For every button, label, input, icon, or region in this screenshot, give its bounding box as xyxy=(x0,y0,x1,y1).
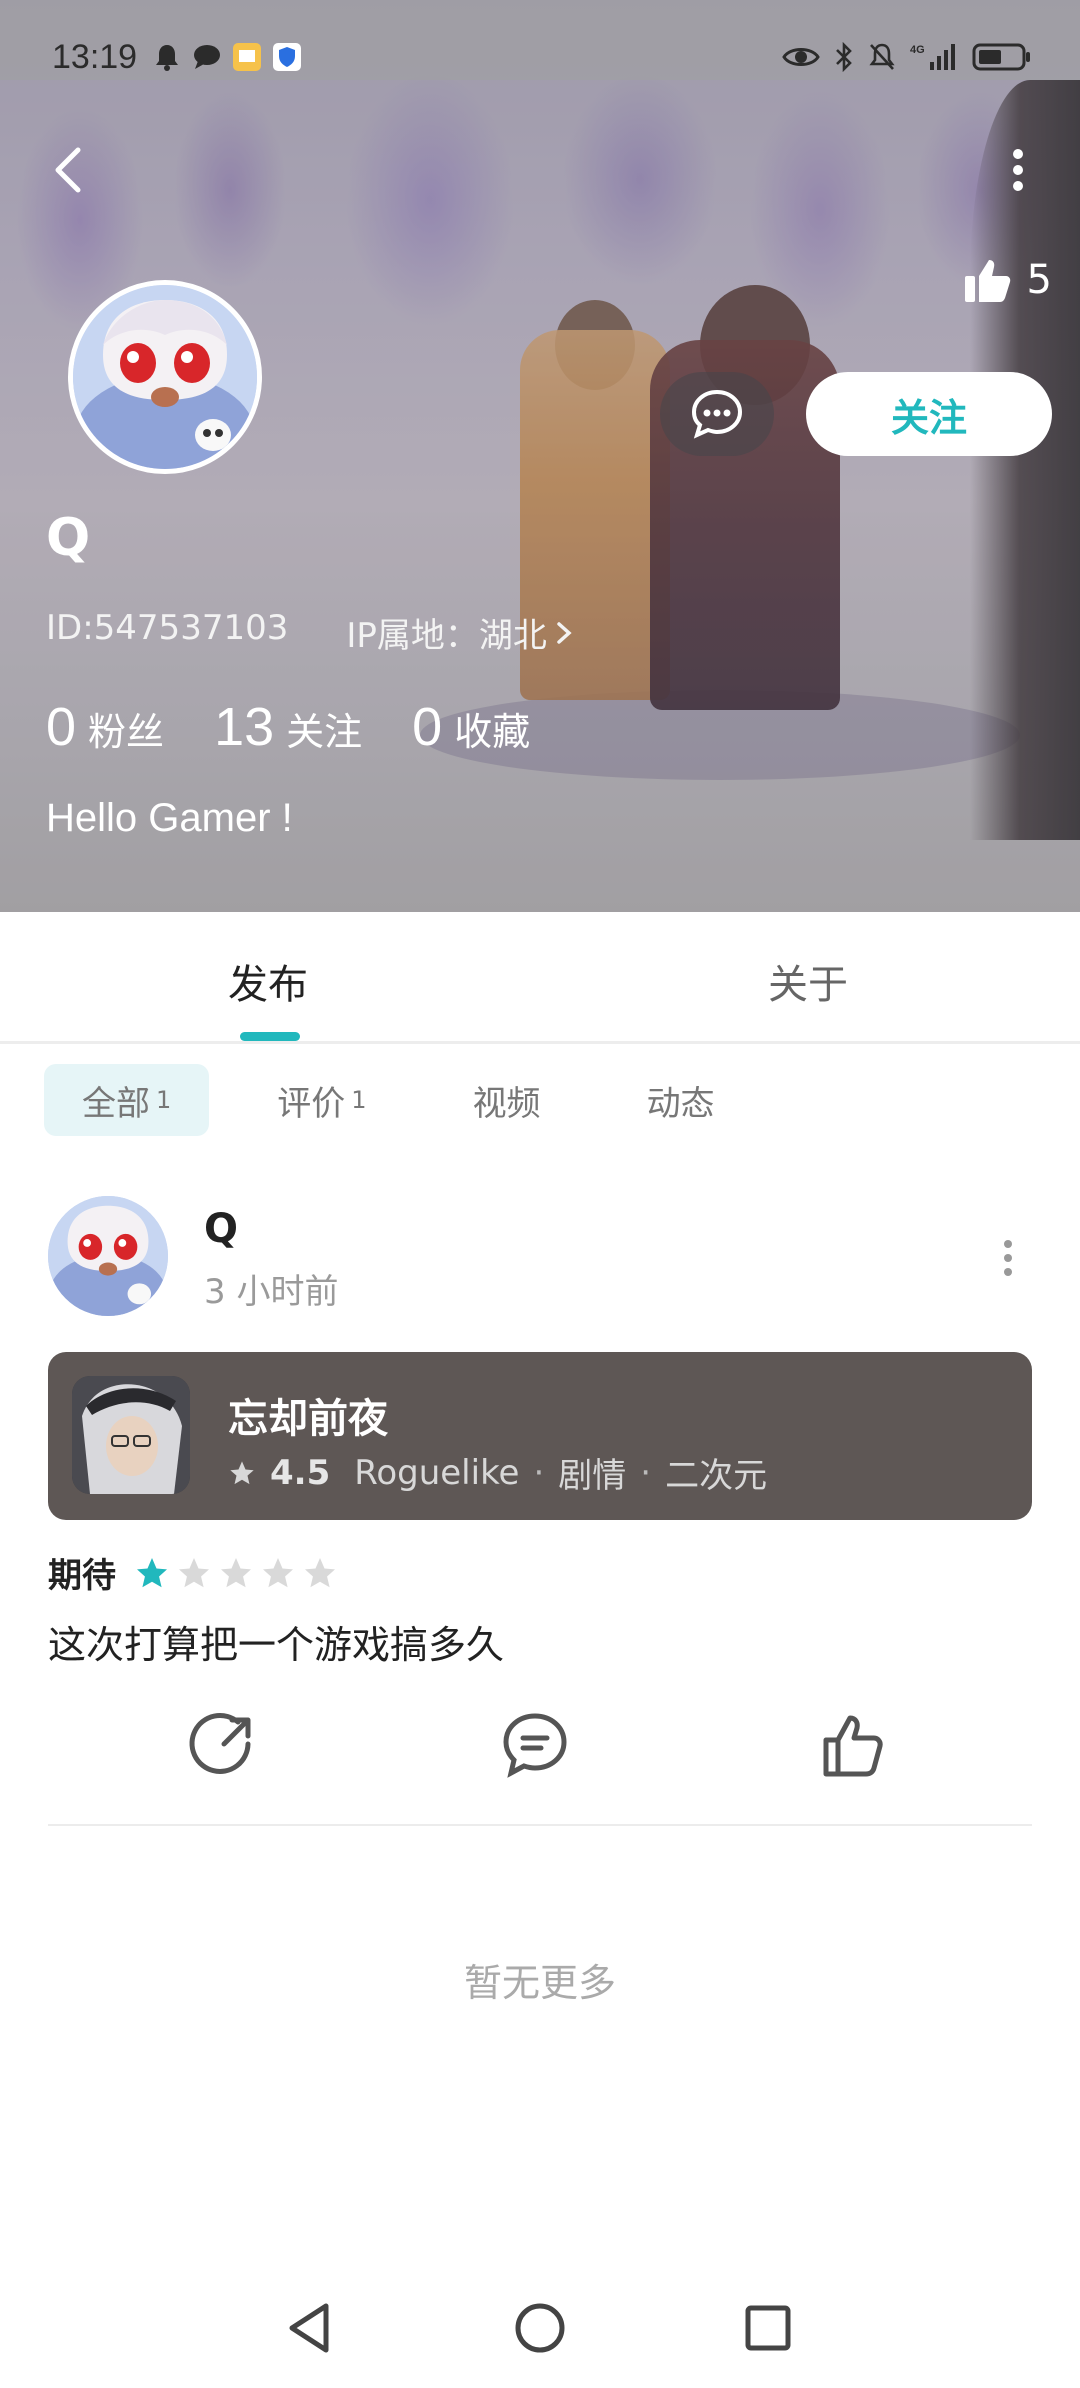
stat-following[interactable]: 13 关注 xyxy=(214,696,362,758)
post-avatar[interactable] xyxy=(48,1196,168,1316)
rating-row: 期待 xyxy=(48,1548,338,1597)
chevron-right-icon xyxy=(557,621,572,644)
thumbs-up-icon xyxy=(964,260,1010,302)
stat-favorites[interactable]: 0 收藏 xyxy=(412,696,530,758)
comment-icon xyxy=(503,1713,567,1778)
status-bar: 13:19 4G xyxy=(0,0,1080,80)
tab-about[interactable]: 关于 xyxy=(768,952,848,1010)
tab-posts[interactable]: 发布 xyxy=(228,952,308,1010)
battery-icon xyxy=(972,42,1032,76)
status-time: 13:19 xyxy=(52,38,138,76)
profile-meta: ID:547537103 IP属地：湖北 xyxy=(46,608,575,657)
svg-text:4G: 4G xyxy=(910,44,925,56)
profile-name: Q xyxy=(46,508,91,568)
ip-location: IP属地：湖北 xyxy=(346,616,547,656)
shield-icon xyxy=(272,42,302,72)
bell-icon xyxy=(152,42,182,72)
filter-chips: 全部 1 评价 1 视频 动态 xyxy=(44,1064,753,1136)
app-icon xyxy=(232,42,262,72)
game-tag: 剧情 xyxy=(558,1456,627,1496)
signal-icon: 4G xyxy=(910,42,958,76)
filter-reviews-label: 评价 xyxy=(277,1083,346,1124)
like-button[interactable] xyxy=(818,1710,888,1780)
status-system-icons: 4G xyxy=(782,41,1032,76)
status-notification-icons xyxy=(152,42,302,72)
comment-button[interactable] xyxy=(500,1710,570,1780)
avatar-illustration xyxy=(48,1196,168,1316)
message-bubble-icon xyxy=(192,42,222,72)
rating-label: 期待 xyxy=(48,1556,116,1596)
nav-home-button[interactable] xyxy=(510,2298,570,2358)
no-more-text: 暂无更多 xyxy=(463,1961,616,2005)
post-username[interactable]: Q xyxy=(204,1206,238,1252)
tag-separator: · xyxy=(640,1452,652,1493)
filter-videos[interactable]: 视频 xyxy=(435,1064,579,1136)
ip-location-link[interactable]: IP属地：湖北 xyxy=(346,608,575,657)
message-button[interactable] xyxy=(660,372,774,456)
back-button[interactable] xyxy=(40,140,100,200)
nav-back-button[interactable] xyxy=(280,2298,340,2358)
star-icon xyxy=(179,1557,209,1587)
triangle-back-icon xyxy=(289,2303,329,2353)
filter-all-label: 全部 xyxy=(82,1083,150,1124)
profile-bio: Hello Gamer ! xyxy=(46,796,293,840)
post-actions xyxy=(0,1710,1080,1790)
profile-tabs: 发布 关于 xyxy=(0,912,1080,1044)
stat-fans[interactable]: 0 粉丝 xyxy=(46,696,164,758)
rating-stars xyxy=(134,1555,338,1591)
tab-indicator xyxy=(240,1032,300,1041)
game-score: 4.5 xyxy=(270,1452,331,1493)
eye-icon xyxy=(782,44,820,74)
share-button[interactable] xyxy=(188,1710,258,1780)
star-icon xyxy=(137,1557,167,1587)
mute-icon xyxy=(868,42,896,76)
more-vertical-icon xyxy=(1013,149,1023,191)
game-card[interactable]: 忘却前夜 4.5 Roguelike · 剧情 · 二次元 xyxy=(48,1352,1032,1520)
profile-id: ID:547537103 xyxy=(46,608,289,648)
filter-all[interactable]: 全部 1 xyxy=(44,1064,210,1136)
bluetooth-icon xyxy=(834,41,854,76)
filter-moments-label: 动态 xyxy=(646,1083,715,1124)
chat-bubble-icon xyxy=(691,389,743,439)
filter-all-count: 1 xyxy=(156,1086,172,1114)
profile-avatar[interactable] xyxy=(68,280,262,474)
filter-reviews-count: 1 xyxy=(351,1086,367,1114)
star-icon xyxy=(221,1557,251,1587)
game-icon xyxy=(72,1376,190,1494)
more-vertical-icon xyxy=(1004,1240,1012,1276)
chevron-left-icon xyxy=(55,147,81,193)
nav-recents-button[interactable] xyxy=(738,2298,798,2358)
more-options-button[interactable] xyxy=(980,140,1040,200)
profile-stats: 0 粉丝 13 关注 0 收藏 xyxy=(46,696,530,758)
post-more-button[interactable] xyxy=(990,1236,1026,1280)
follow-button[interactable]: 关注 xyxy=(806,372,1052,456)
system-nav-bar xyxy=(0,2270,1080,2388)
square-recents-icon xyxy=(745,2305,791,2351)
star-icon xyxy=(230,1460,254,1484)
game-tag: Roguelike xyxy=(354,1452,520,1493)
star-icon xyxy=(305,1557,335,1587)
tag-separator: · xyxy=(533,1452,545,1493)
divider xyxy=(48,1824,1032,1826)
game-tag: 二次元 xyxy=(665,1456,768,1496)
post-timestamp: 3 小时前 xyxy=(204,1272,339,1312)
circle-home-icon xyxy=(515,2303,565,2353)
thumbs-up-icon xyxy=(823,1715,883,1777)
post-content: 这次打算把一个游戏搞多久 xyxy=(48,1623,505,1667)
filter-reviews[interactable]: 评价 1 xyxy=(239,1064,404,1136)
filter-moments[interactable]: 动态 xyxy=(609,1064,753,1136)
game-meta: 4.5 Roguelike · 剧情 · 二次元 xyxy=(228,1448,767,1497)
profile-likes[interactable]: 5 xyxy=(963,256,1052,304)
filter-videos-label: 视频 xyxy=(472,1083,541,1124)
likes-count: 5 xyxy=(1026,257,1052,303)
share-icon xyxy=(189,1713,251,1774)
game-title: 忘却前夜 xyxy=(228,1396,388,1442)
avatar-illustration xyxy=(73,285,257,469)
star-icon xyxy=(263,1557,293,1587)
